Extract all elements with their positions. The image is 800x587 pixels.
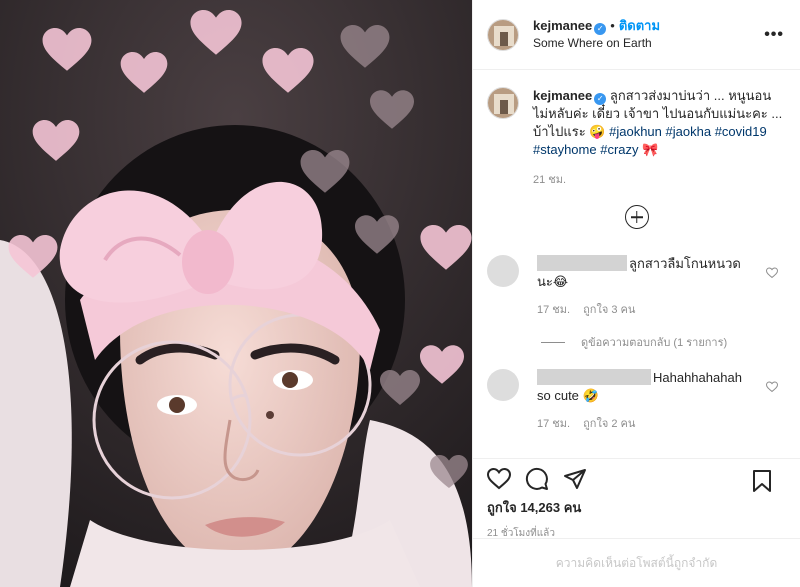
comments-area[interactable]: kejmanee ✓ ลูกสาวส่งมาบ่นว่า ... หนูนอนไม… <box>473 71 800 458</box>
view-replies-link[interactable]: ดูข้อความตอบกลับ (1 รายการ) <box>541 333 800 351</box>
post-header: kejmanee ✓ • ติดตาม Some Where on Earth ••• <box>473 0 800 70</box>
caption-username[interactable]: kejmanee <box>533 88 592 103</box>
comment-bubble-icon[interactable] <box>525 467 549 491</box>
save-bookmark-icon[interactable] <box>752 469 772 493</box>
verified-badge-icon: ✓ <box>594 23 607 35</box>
share-paper-plane-icon[interactable] <box>563 467 587 491</box>
comment-item: ลูกสาวลืมโกนหนวดนะ😂 17 ชม. ถูกใจ 3 คน <box>473 255 800 319</box>
post-location[interactable]: Some Where on Earth <box>533 35 660 51</box>
commenter-avatar[interactable] <box>487 369 519 401</box>
redacted-username <box>537 369 651 385</box>
caption-time[interactable]: 21 ชม. <box>533 171 786 189</box>
post-side-panel: kejmanee ✓ • ติดตาม Some Where on Earth •••… <box>472 0 800 587</box>
view-replies-label[interactable]: ดูข้อความตอบกลับ (1 รายการ) <box>581 333 727 351</box>
avatar-image <box>488 19 518 50</box>
post-caption: kejmanee ✓ ลูกสาวส่งมาบ่นว่า ... หนูนอนไม… <box>473 71 800 189</box>
hashtag-link[interactable]: #covid19 <box>715 124 767 139</box>
likes-count[interactable]: ถูกใจ 14,263 คน <box>487 497 786 518</box>
comment-likes[interactable]: ถูกใจ 3 คน <box>583 304 635 316</box>
follow-button[interactable]: ติดตาม <box>619 18 660 33</box>
ribbon-emoji: 🎀 <box>642 142 659 157</box>
hashtag-link[interactable]: #jaokhun <box>609 124 662 139</box>
more-options-icon[interactable]: ••• <box>764 26 784 44</box>
load-more-comments[interactable] <box>473 205 800 229</box>
comment-item: Hahahhahahah so cute 🤣 17 ชม. ถูกใจ 2 คน <box>473 369 800 433</box>
commenter-avatar[interactable] <box>487 255 519 287</box>
selfie-image <box>0 0 472 587</box>
comment-time[interactable]: 17 ชม. <box>537 304 570 316</box>
plus-circle-icon[interactable] <box>624 205 649 229</box>
caption-avatar[interactable] <box>487 87 519 119</box>
like-comment-heart-icon[interactable] <box>766 381 778 393</box>
hashtag-link[interactable]: #jaokha <box>666 124 712 139</box>
comment-time[interactable]: 17 ชม. <box>537 418 570 430</box>
author-username[interactable]: kejmanee <box>533 18 592 33</box>
avatar-image <box>488 88 518 118</box>
hashtag-link[interactable]: #crazy <box>600 142 638 157</box>
replies-divider <box>541 341 565 343</box>
verified-badge-icon: ✓ <box>594 93 607 105</box>
like-comment-heart-icon[interactable] <box>766 267 778 279</box>
comments-limited-notice: ความคิดเห็นต่อโพสต์นี้ถูกจำกัด <box>473 538 800 587</box>
like-heart-icon[interactable] <box>487 468 511 490</box>
hashtag-link[interactable]: #stayhome <box>533 142 597 157</box>
redacted-username <box>537 255 627 271</box>
author-avatar[interactable] <box>487 18 519 51</box>
post-actions: ถูกใจ 14,263 คน 21 ชั่วโมงที่แล้ว <box>473 458 800 541</box>
separator-dot: • <box>610 18 615 33</box>
comment-likes[interactable]: ถูกใจ 2 คน <box>583 418 635 430</box>
instagram-post: kejmanee ✓ • ติดตาม Some Where on Earth •••… <box>0 0 800 587</box>
post-photo[interactable] <box>0 0 472 587</box>
